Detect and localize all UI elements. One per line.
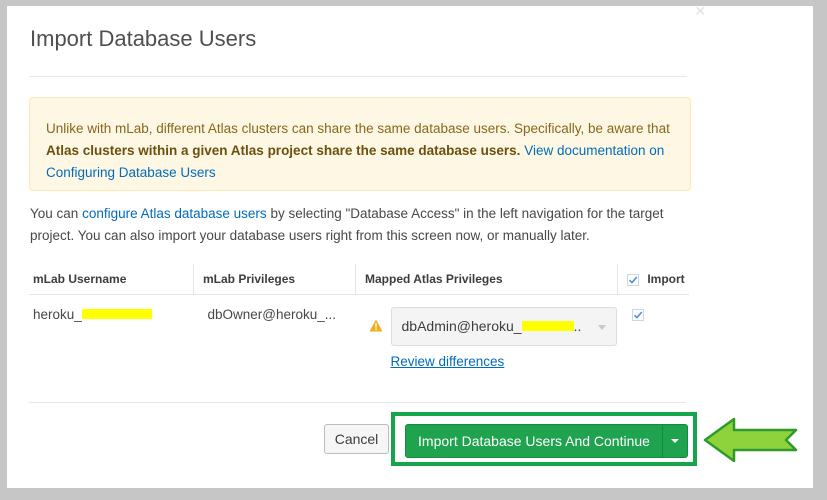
button-divider	[662, 425, 663, 457]
header-import-label: Import	[647, 272, 685, 286]
username-text: heroku_	[33, 307, 82, 322]
info-text: You can configure Atlas database users b…	[30, 203, 695, 247]
title-divider	[30, 76, 687, 77]
mapped-privileges-select[interactable]: dbAdmin@heroku_..	[390, 307, 617, 346]
redaction-mark	[521, 320, 574, 331]
notice-text-bold: Atlas clusters within a given Atlas proj…	[46, 143, 521, 158]
close-icon[interactable]: ×	[695, 2, 706, 20]
header-privileges: mLab Privileges	[193, 264, 356, 295]
modal-title: Import Database Users	[30, 26, 257, 51]
notice-text-plain: Unlike with mLab, different Atlas cluste…	[46, 121, 670, 136]
left-arrow-icon	[703, 417, 798, 463]
notice-text: Unlike with mLab, different Atlas cluste…	[46, 118, 676, 184]
import-users-modal: × Import Database Users Unlike with mLab…	[7, 2, 813, 488]
warning-notice: Unlike with mLab, different Atlas cluste…	[29, 97, 691, 191]
info-text-before: You can	[30, 206, 83, 221]
mapped-privileges-cell: dbAdmin@heroku_.. Review differences	[356, 295, 618, 384]
select-all-checkbox-icon[interactable]	[627, 273, 639, 286]
import-continue-button[interactable]: Import Database Users And Continue	[405, 424, 688, 458]
configure-users-link[interactable]: configure Atlas database users	[82, 206, 267, 221]
select-value: dbAdmin@heroku_	[401, 318, 522, 334]
import-continue-label[interactable]: Import Database Users And Continue	[406, 425, 662, 457]
privileges-cell: dbOwner@heroku_...	[194, 295, 356, 384]
select-value-suffix: ..	[573, 318, 582, 334]
cancel-button[interactable]: Cancel	[324, 424, 389, 454]
warning-icon	[369, 319, 383, 335]
table-row: heroku_ dbOwner@heroku_... dbAdmin@herok…	[29, 295, 689, 384]
table-header-row: mLab Username mLab Privileges Mapped Atl…	[29, 264, 689, 295]
users-table: mLab Username mLab Privileges Mapped Atl…	[29, 264, 689, 383]
privileges-text: dbOwner@heroku_...	[207, 307, 337, 322]
import-checkbox-icon[interactable]	[631, 309, 644, 322]
import-cell	[618, 295, 690, 384]
username-cell: heroku_	[29, 295, 194, 384]
header-username: mLab Username	[29, 264, 194, 295]
review-differences-link[interactable]: Review differences	[391, 354, 505, 369]
redaction-mark	[81, 308, 152, 319]
chevron-down-icon	[597, 325, 606, 330]
caret-down-icon[interactable]	[671, 439, 679, 443]
header-mapped-privileges: Mapped Atlas Privileges	[355, 264, 618, 295]
footer-divider	[29, 402, 686, 403]
header-import[interactable]: Import	[617, 264, 689, 295]
